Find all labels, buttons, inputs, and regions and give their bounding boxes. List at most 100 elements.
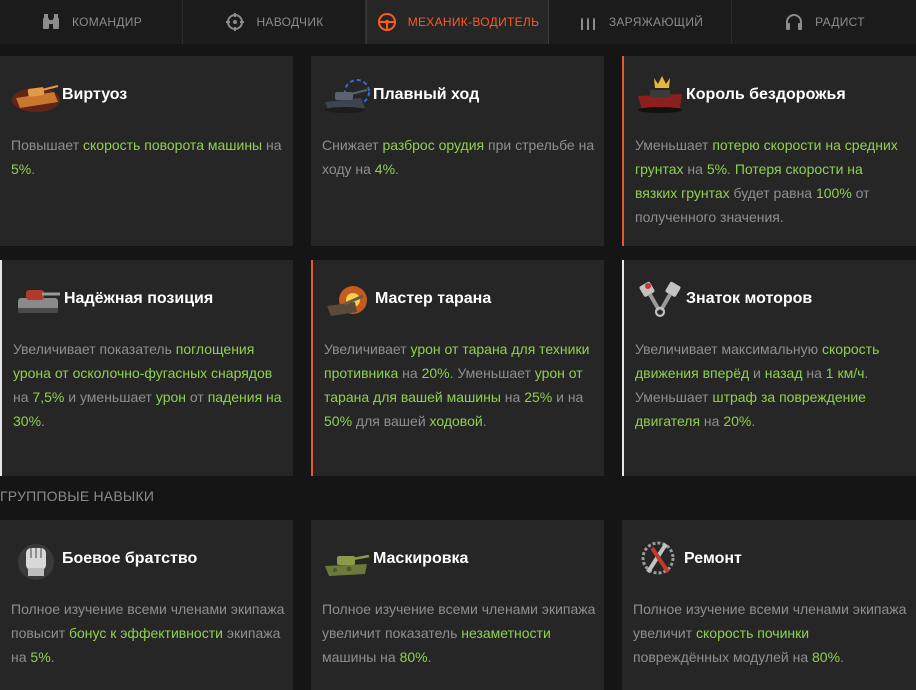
description-text: для вашей bbox=[352, 413, 430, 429]
skill-description: Полное изучение всеми членами экипажа ув… bbox=[633, 597, 908, 669]
highlighted-text: скорость поворота машины bbox=[83, 137, 263, 153]
skill-description: Уменьшает потерю скорости на средних гру… bbox=[635, 133, 908, 229]
description-text: . bbox=[727, 161, 735, 177]
highlighted-text: 25% bbox=[524, 389, 553, 405]
skill-card-ram-master[interactable]: Мастер тарана Увеличивает урон от тарана… bbox=[311, 260, 604, 476]
skill-card-virtuoso[interactable]: Виртуоз Повышает скорость поворота машин… bbox=[0, 56, 293, 246]
tab-label: КОМАНДИР bbox=[71, 15, 142, 29]
camo-tank-icon bbox=[321, 536, 373, 582]
description-text: на bbox=[13, 389, 33, 405]
skill-title: Маскировка bbox=[373, 550, 469, 567]
description-text: Увеличивает bbox=[324, 341, 411, 357]
tank-aim-icon bbox=[321, 72, 373, 118]
skill-description: Увеличивает показатель поглощения урона … bbox=[13, 337, 285, 433]
skill-title: Король бездорожья bbox=[686, 86, 846, 103]
highlighted-text: назад bbox=[764, 365, 803, 381]
description-text: Повышает bbox=[11, 137, 83, 153]
description-text: будет равна bbox=[729, 185, 816, 201]
skill-title: Мастер тарана bbox=[375, 290, 492, 307]
skill-card-repair[interactable]: Ремонт Полное изучение всеми членами эки… bbox=[622, 520, 916, 690]
highlighted-text: разброс орудия bbox=[382, 137, 485, 153]
shells-icon bbox=[577, 11, 599, 33]
crew-tabs: КОМАНДИР НАВОДЧИК МЕХАНИК-ВОДИТЕЛЬ ЗАРЯЖ… bbox=[0, 0, 916, 44]
description-text: на bbox=[683, 161, 707, 177]
skill-title: Боевое братство bbox=[62, 550, 198, 567]
description-text: . bbox=[751, 413, 756, 429]
headphones-icon bbox=[783, 11, 805, 33]
tab-commander[interactable]: КОМАНДИР bbox=[0, 0, 183, 44]
highlighted-text: бонус к эффективности bbox=[69, 625, 223, 641]
description-text: . Уменьшает bbox=[449, 365, 535, 381]
description-text: . bbox=[840, 649, 844, 665]
highlighted-text: скорость починки bbox=[696, 625, 810, 641]
highlighted-text: ходовой bbox=[429, 413, 483, 429]
skill-description: Увеличивает максимальную скорость движен… bbox=[635, 337, 908, 433]
tab-radio-operator[interactable]: РАДИСТ bbox=[732, 0, 916, 44]
tab-loader[interactable]: ЗАРЯЖАЮЩИЙ bbox=[549, 0, 732, 44]
skill-description: Снижает разброс орудия при стрельбе на х… bbox=[322, 133, 596, 181]
description-text: повреждённых модулей на bbox=[633, 649, 812, 665]
description-text: Увеличивает показатель bbox=[13, 341, 176, 357]
skill-title: Плавный ход bbox=[373, 86, 480, 103]
description-text: на bbox=[802, 365, 826, 381]
skill-title: Виртуоз bbox=[62, 86, 128, 103]
tab-driver[interactable]: МЕХАНИК-ВОДИТЕЛЬ bbox=[366, 0, 549, 44]
description-text: и bbox=[749, 365, 765, 381]
description-text: на bbox=[500, 389, 525, 405]
skill-card-engine-expert[interactable]: Знаток моторов Увеличивает максимальную … bbox=[622, 260, 916, 476]
description-text: . bbox=[482, 413, 487, 429]
highlighted-text: 7,5% bbox=[32, 389, 65, 405]
skill-card-offroad-king[interactable]: Король бездорожья Уменьшает потерю скоро… bbox=[622, 56, 916, 246]
crosshair-icon bbox=[224, 11, 246, 33]
description-text: . bbox=[50, 649, 55, 665]
wrench-screwdriver-icon bbox=[632, 536, 684, 582]
tank-turning-icon bbox=[10, 72, 62, 118]
highlighted-text: 4% bbox=[374, 161, 396, 177]
highlighted-text: 5% bbox=[30, 649, 51, 665]
description-text: на bbox=[398, 365, 422, 381]
skill-card-brotherhood[interactable]: Боевое братство Полное изучение всеми чл… bbox=[0, 520, 293, 690]
highlighted-text: 20% bbox=[421, 365, 450, 381]
skill-title: Знаток моторов bbox=[686, 290, 813, 307]
skill-title: Надёжная позиция bbox=[64, 290, 214, 307]
skill-card-smooth-ride[interactable]: Плавный ход Снижает разброс орудия при с… bbox=[311, 56, 604, 246]
ram-explosion-icon bbox=[323, 276, 375, 322]
highlighted-text: 20% bbox=[723, 413, 752, 429]
description-text: Полное изучение всеми членами экипажа ув… bbox=[322, 601, 596, 641]
description-text: от bbox=[186, 389, 208, 405]
armored-tank-icon bbox=[12, 276, 64, 322]
description-text: на bbox=[262, 137, 282, 153]
skill-description: Полное изучение всеми членами экипажа по… bbox=[11, 597, 285, 669]
tab-label: ЗАРЯЖАЮЩИЙ bbox=[608, 15, 704, 29]
steering-wheel-icon bbox=[376, 11, 398, 33]
skill-description: Увеличивает урон от тарана для техники п… bbox=[324, 337, 596, 433]
description-text: . bbox=[41, 413, 45, 429]
highlighted-text: урон bbox=[155, 389, 187, 405]
description-text: . bbox=[31, 161, 36, 177]
pistons-icon bbox=[634, 276, 686, 322]
highlighted-text: незаметности bbox=[461, 625, 551, 641]
skill-title: Ремонт bbox=[684, 550, 742, 567]
highlighted-text: 80% bbox=[812, 649, 841, 665]
group-skills-heading: ГРУППОВЫЕ НАВЫКИ bbox=[0, 488, 155, 504]
highlighted-text: 5% bbox=[11, 161, 32, 177]
skill-card-camouflage[interactable]: Маскировка Полное изучение всеми членами… bbox=[311, 520, 604, 690]
tab-gunner[interactable]: НАВОДЧИК bbox=[183, 0, 366, 44]
description-text: Уменьшает bbox=[635, 137, 713, 153]
binoculars-icon bbox=[40, 11, 62, 33]
description-text: . bbox=[427, 649, 432, 665]
description-text: Снижает bbox=[322, 137, 383, 153]
description-text: и на bbox=[552, 389, 584, 405]
skill-description: Полное изучение всеми членами экипажа ув… bbox=[322, 597, 596, 669]
tab-label: НАВОДЧИК bbox=[256, 15, 324, 29]
skill-card-reliable-position[interactable]: Надёжная позиция Увеличивает показатель … bbox=[0, 260, 293, 476]
description-text: и уменьшает bbox=[64, 389, 156, 405]
tab-label: РАДИСТ bbox=[815, 15, 865, 29]
highlighted-text: 80% bbox=[399, 649, 428, 665]
highlighted-text: 50% bbox=[324, 413, 353, 429]
crown-tank-icon bbox=[634, 72, 686, 118]
description-text: на bbox=[700, 413, 724, 429]
description-text: машины на bbox=[322, 649, 400, 665]
tab-label: МЕХАНИК-ВОДИТЕЛЬ bbox=[407, 15, 540, 29]
description-text: . bbox=[395, 161, 399, 177]
